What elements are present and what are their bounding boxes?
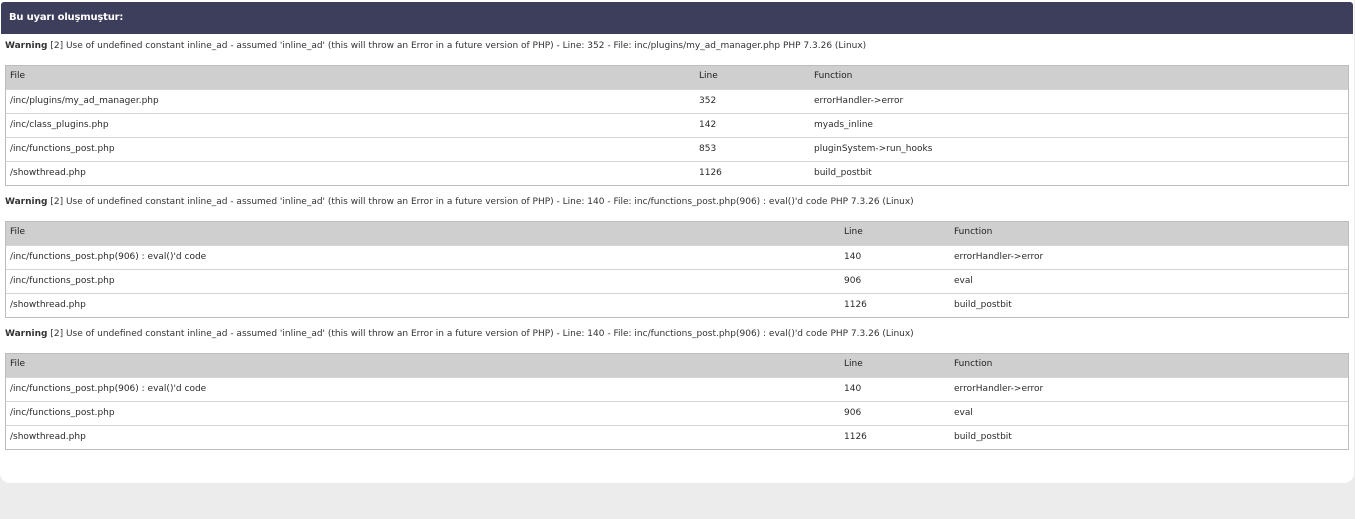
column-header-file: File <box>10 227 26 237</box>
cell-line: 140 <box>844 384 862 394</box>
cell-line: 1126 <box>844 432 867 442</box>
column-header-file: File <box>10 71 26 81</box>
cell-file: /inc/functions_post.php <box>10 276 115 286</box>
column-header-function: Function <box>954 227 993 237</box>
cell-file: /inc/functions_post.php(906) : eval()'d … <box>10 384 207 394</box>
cell-line: 1126 <box>844 300 867 310</box>
backtrace-table: File Line Function /inc/functions_post.p… <box>5 353 1349 450</box>
table-header-row: File Line Function <box>6 66 1348 89</box>
table-row: /inc/functions_post.php(906) : eval()'d … <box>6 377 1348 401</box>
warning-message: Warning [2] Use of undefined constant in… <box>5 329 914 339</box>
column-header-file: File <box>10 359 26 369</box>
cell-line: 853 <box>699 144 717 154</box>
cell-file: /showthread.php <box>10 300 86 310</box>
cell-function: errorHandler->error <box>954 252 1044 262</box>
backtrace-table: File Line Function /inc/plugins/my_ad_ma… <box>5 65 1349 186</box>
cell-function: build_postbit <box>954 300 1012 310</box>
panel-header: Bu uyarı oluşmuştur: <box>1 2 1353 34</box>
cell-function: errorHandler->error <box>954 384 1044 394</box>
table-row: /inc/functions_post.php 906 eval <box>6 269 1348 293</box>
backtrace-table: File Line Function /inc/functions_post.p… <box>5 221 1349 318</box>
table-row: /inc/class_plugins.php 142 myads_inline <box>6 113 1348 137</box>
table-row: /inc/functions_post.php(906) : eval()'d … <box>6 245 1348 269</box>
cell-file: /inc/functions_post.php(906) : eval()'d … <box>10 252 207 262</box>
cell-file: /inc/class_plugins.php <box>10 120 109 130</box>
warning-text: [2] Use of undefined constant inline_ad … <box>50 329 914 339</box>
column-header-line: Line <box>699 71 718 81</box>
table-row: /inc/plugins/my_ad_manager.php 352 error… <box>6 89 1348 113</box>
cell-line: 142 <box>699 120 717 130</box>
cell-line: 906 <box>844 276 862 286</box>
column-header-function: Function <box>814 71 853 81</box>
warning-label: Warning <box>5 197 48 207</box>
warning-label: Warning <box>5 41 48 51</box>
column-header-line: Line <box>844 359 863 369</box>
cell-function: build_postbit <box>954 432 1012 442</box>
warning-message: Warning [2] Use of undefined constant in… <box>5 197 914 207</box>
table-row: /showthread.php 1126 build_postbit <box>6 161 1348 185</box>
cell-file: /showthread.php <box>10 432 86 442</box>
cell-function: build_postbit <box>814 168 872 178</box>
cell-file: /inc/functions_post.php <box>10 144 115 154</box>
warning-text: [2] Use of undefined constant inline_ad … <box>50 41 867 51</box>
cell-line: 352 <box>699 96 717 106</box>
table-row: /showthread.php 1126 build_postbit <box>6 293 1348 317</box>
table-row: /inc/functions_post.php 853 pluginSystem… <box>6 137 1348 161</box>
column-header-function: Function <box>954 359 993 369</box>
table-header-row: File Line Function <box>6 222 1348 245</box>
cell-function: pluginSystem->run_hooks <box>814 144 933 154</box>
cell-function: eval <box>954 276 973 286</box>
panel-title: Bu uyarı oluşmuştur: <box>9 12 124 23</box>
cell-line: 1126 <box>699 168 722 178</box>
cell-function: myads_inline <box>814 120 873 130</box>
table-header-row: File Line Function <box>6 354 1348 377</box>
cell-line: 906 <box>844 408 862 418</box>
cell-file: /inc/plugins/my_ad_manager.php <box>10 96 159 106</box>
cell-function: errorHandler->error <box>814 96 904 106</box>
column-header-line: Line <box>844 227 863 237</box>
table-row: /inc/functions_post.php 906 eval <box>6 401 1348 425</box>
warning-message: Warning [2] Use of undefined constant in… <box>5 41 866 51</box>
cell-file: /showthread.php <box>10 168 86 178</box>
warning-label: Warning <box>5 329 48 339</box>
cell-function: eval <box>954 408 973 418</box>
cell-line: 140 <box>844 252 862 262</box>
cell-file: /inc/functions_post.php <box>10 408 115 418</box>
table-row: /showthread.php 1126 build_postbit <box>6 425 1348 449</box>
warning-text: [2] Use of undefined constant inline_ad … <box>50 197 914 207</box>
error-panel: Bu uyarı oluşmuştur: Warning [2] Use of … <box>0 0 1354 483</box>
